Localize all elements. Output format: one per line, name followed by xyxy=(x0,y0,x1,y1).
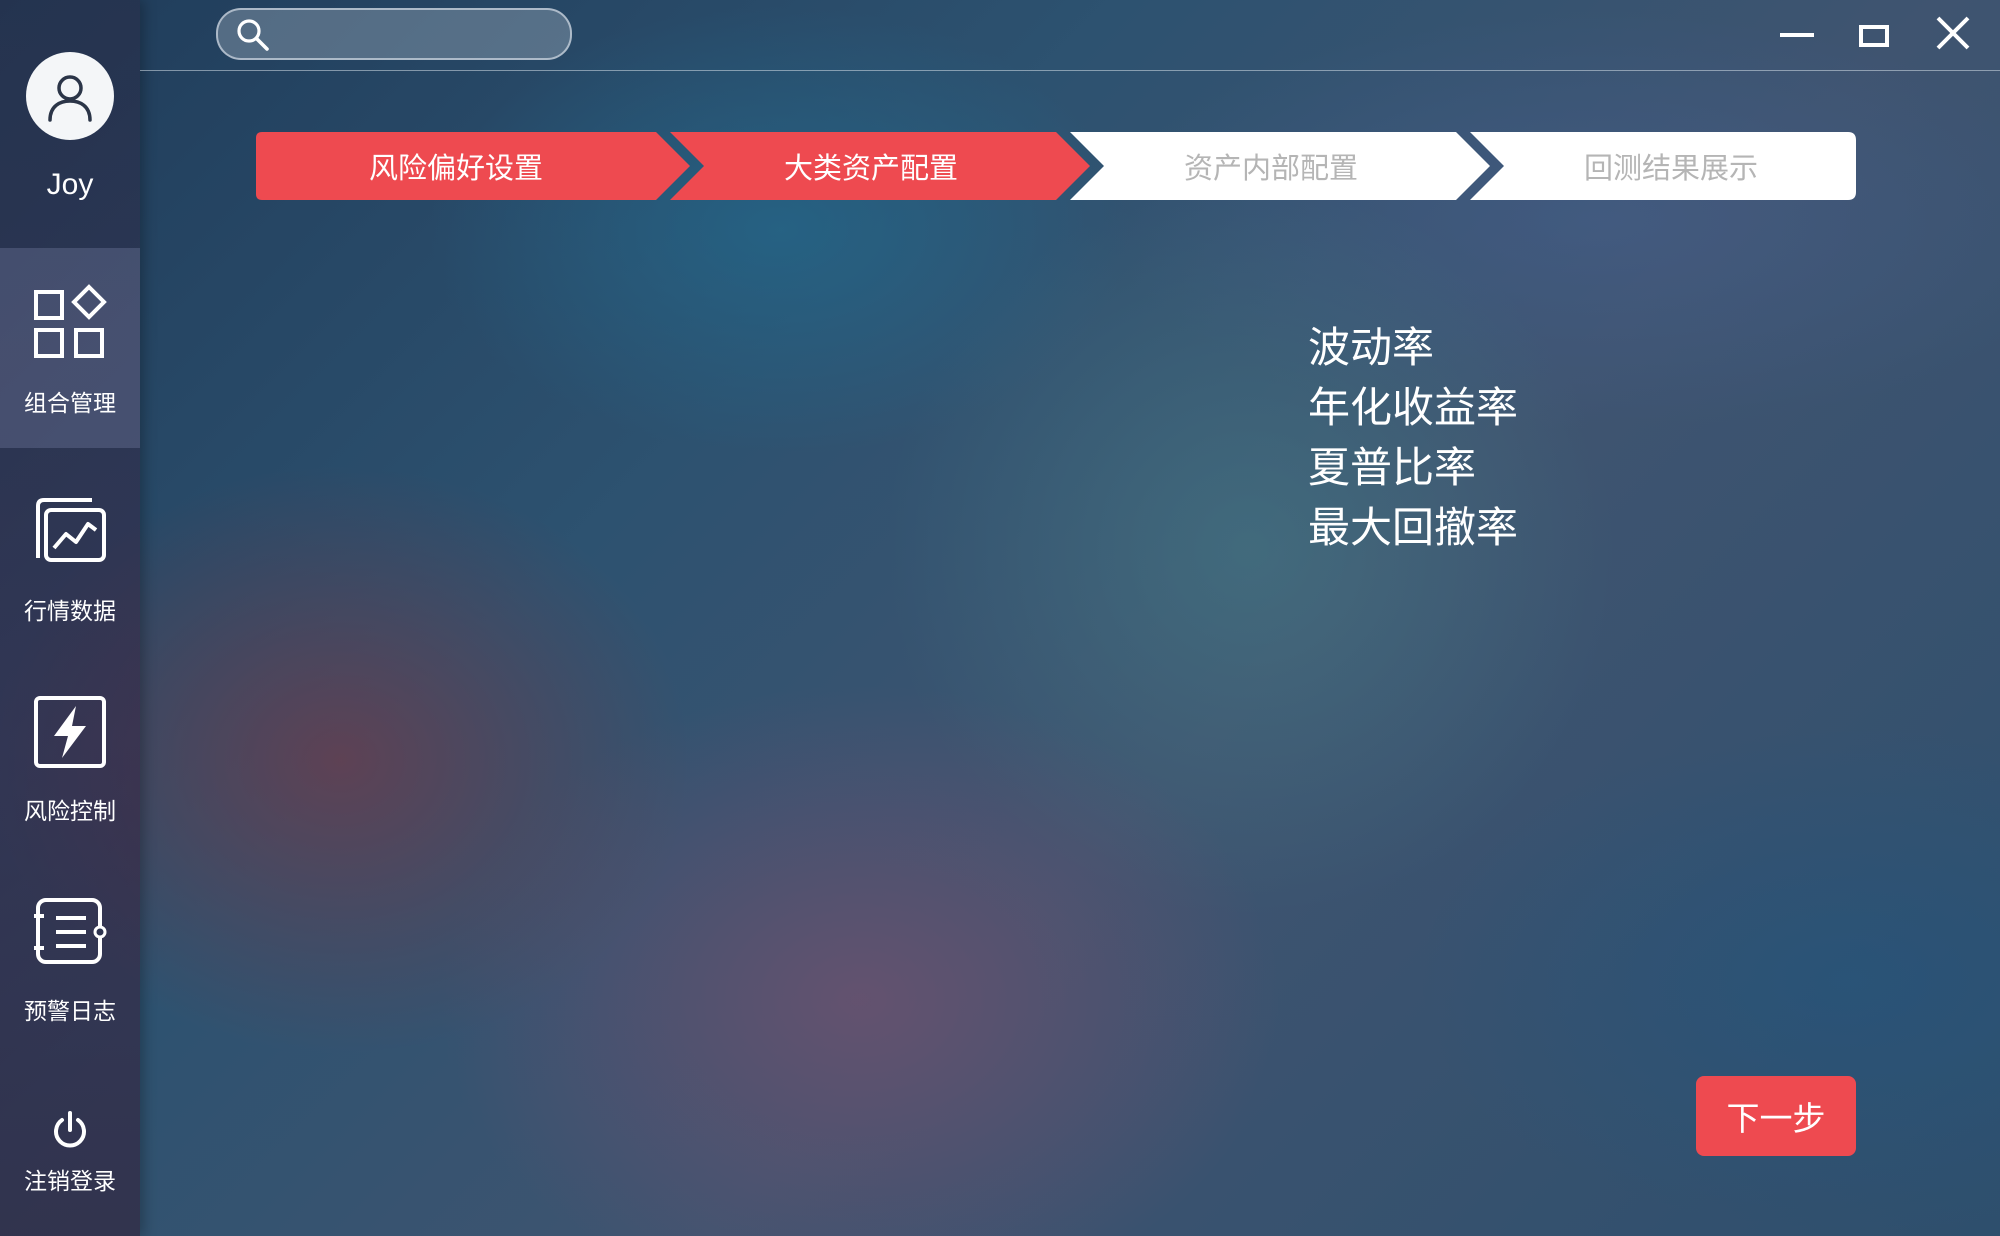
username: Joy xyxy=(46,168,94,201)
sidebar-item-label: 行情数据 xyxy=(24,599,116,625)
step-progress-bar: 风险偏好设置 大类资产配置 资产内部配置 回测结果展示 xyxy=(256,132,1856,200)
maximize-button[interactable] xyxy=(1854,14,1898,58)
step-label: 回测结果展示 xyxy=(1583,151,1758,185)
sidebar-item-portfolio[interactable]: 组合管理 xyxy=(0,248,140,448)
log-list-icon xyxy=(34,898,107,964)
step-asset-allocation[interactable]: 大类资产配置 xyxy=(686,132,1056,200)
maximize-icon xyxy=(1859,25,1889,47)
close-button[interactable] xyxy=(1932,14,1976,58)
search-input[interactable] xyxy=(282,16,556,52)
step-label: 风险偏好设置 xyxy=(368,151,543,185)
step-label: 资产内部配置 xyxy=(1183,151,1358,185)
sidebar-item-label: 风险控制 xyxy=(24,799,116,825)
metrics-list: 波动率 年化收益率 夏普比率 最大回撤率 xyxy=(1308,318,1518,558)
next-step-button[interactable]: 下一步 xyxy=(1696,1076,1856,1156)
logout-button[interactable]: 注销登录 xyxy=(0,1100,140,1210)
sidebar: Joy 组合管理 行情数据 风险控制 预警日志 注销登录 xyxy=(0,0,140,1236)
step-label: 大类资产配置 xyxy=(783,151,958,185)
metric-volatility: 波动率 xyxy=(1308,323,1435,372)
user-profile[interactable]: Joy xyxy=(0,0,140,248)
sidebar-item-label: 预警日志 xyxy=(24,999,116,1025)
step-backtest-results[interactable]: 回测结果展示 xyxy=(1486,132,1856,200)
search-icon[interactable] xyxy=(236,18,270,52)
logout-label: 注销登录 xyxy=(24,1169,116,1195)
metric-annual-return: 年化收益率 xyxy=(1308,383,1519,432)
metric-sharpe-ratio: 夏普比率 xyxy=(1308,443,1477,492)
search-box[interactable] xyxy=(216,8,572,60)
portfolio-icon xyxy=(34,284,107,358)
sidebar-item-label: 组合管理 xyxy=(24,391,116,417)
lightning-icon xyxy=(34,696,106,768)
power-icon xyxy=(54,1111,86,1148)
minimize-icon xyxy=(1780,33,1814,37)
step-risk-preference[interactable]: 风险偏好设置 xyxy=(256,132,656,200)
close-icon xyxy=(1936,16,1970,50)
sidebar-item-market-data[interactable]: 行情数据 xyxy=(0,456,140,656)
step-internal-allocation[interactable]: 资产内部配置 xyxy=(1086,132,1456,200)
metric-max-drawdown: 最大回撤率 xyxy=(1308,503,1519,552)
sidebar-item-risk-control[interactable]: 风险控制 xyxy=(0,656,140,856)
avatar[interactable] xyxy=(26,52,114,140)
minimize-button[interactable] xyxy=(1776,14,1820,58)
sidebar-item-alert-log[interactable]: 预警日志 xyxy=(0,856,140,1056)
top-bar xyxy=(140,0,2000,71)
user-icon xyxy=(48,75,92,122)
market-chart-icon xyxy=(36,498,106,562)
